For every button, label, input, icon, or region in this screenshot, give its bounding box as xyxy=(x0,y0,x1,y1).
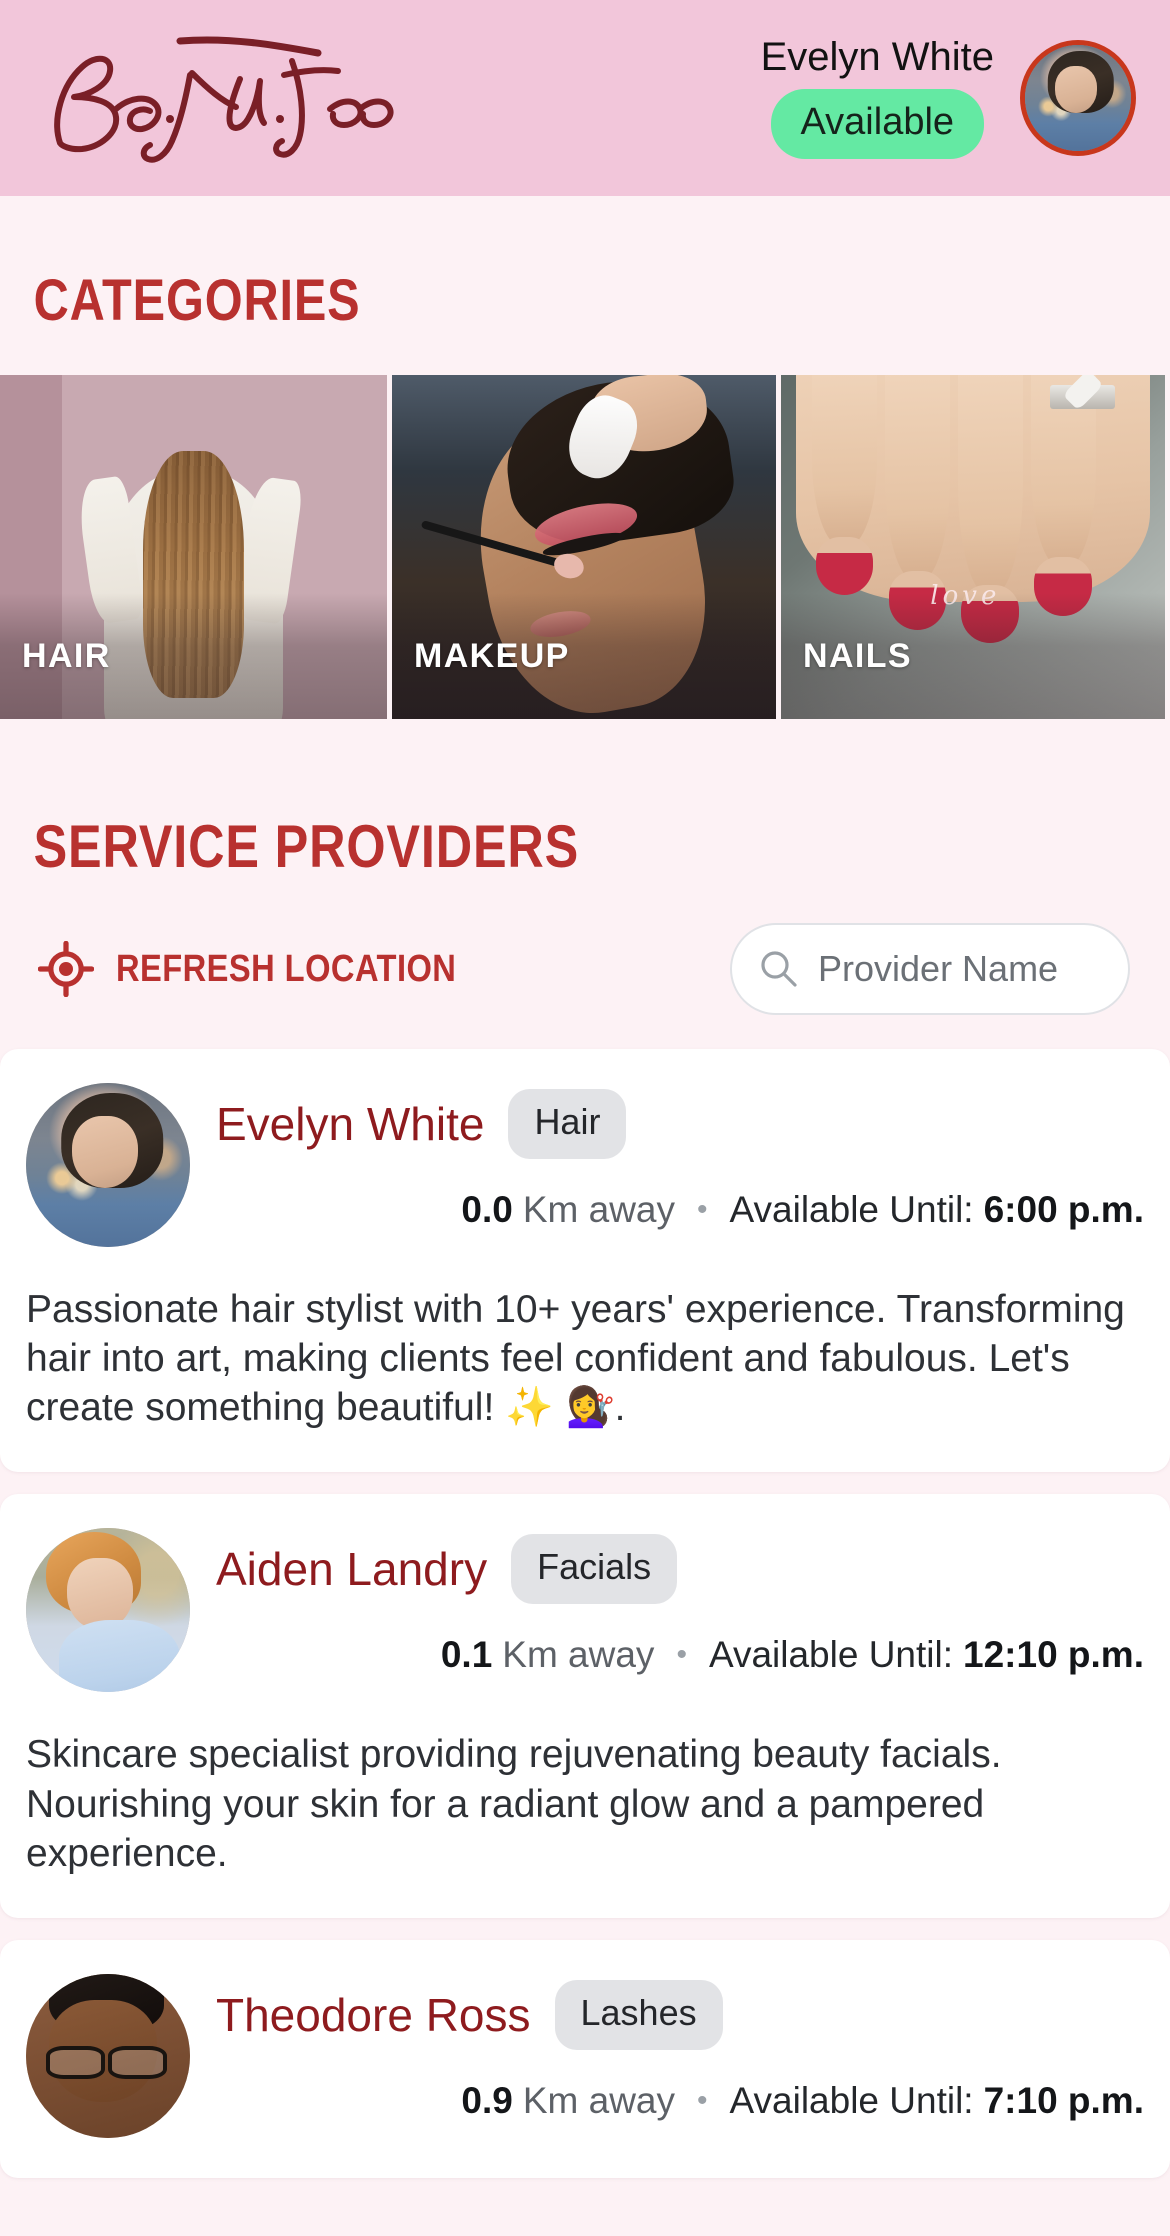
brand-logo[interactable]: Be·You·Tee xyxy=(30,23,410,173)
provider-bio-suffix: . xyxy=(614,1386,626,1430)
provider-name: Aiden Landry xyxy=(216,1543,488,1596)
provider-avatar-image xyxy=(26,1528,190,1693)
app-header: Be·You·Tee Evelyn White Available xyxy=(0,0,1170,196)
provider-distance: 0.9 xyxy=(461,2079,513,2121)
provider-bio: Skincare specialist providing rejuvenati… xyxy=(26,1730,1144,1877)
provider-distance-unit: Km away xyxy=(522,1189,676,1230)
provider-header: Evelyn White Hair 0.0 Km away • Availabl… xyxy=(26,1083,1144,1247)
provider-avatar[interactable] xyxy=(26,1528,190,1693)
category-card-hair[interactable]: HAIR xyxy=(0,375,387,719)
category-overlay-nails: NAILS xyxy=(781,593,1165,719)
provider-card[interactable]: Aiden Landry Facials 0.1 Km away • Avail… xyxy=(0,1494,1170,1918)
provider-name: Evelyn White xyxy=(216,1097,485,1150)
user-meta: Evelyn White Available xyxy=(761,37,994,159)
provider-avatar-image xyxy=(26,1083,190,1247)
available-until-label: Available Until: xyxy=(708,1634,954,1676)
provider-meta-row: 0.0 Km away • Available Until: 6:00 p.m. xyxy=(216,1189,1144,1231)
gps-target-icon xyxy=(38,941,94,997)
avatar-art-face xyxy=(67,1557,133,1631)
provider-bio-text: Skincare specialist providing rejuvenati… xyxy=(26,1733,1002,1875)
search-input[interactable] xyxy=(818,948,1106,990)
provider-distance: 0.1 xyxy=(440,1634,493,1676)
refresh-location-label: REFRESH LOCATION xyxy=(116,947,457,990)
provider-avatar[interactable] xyxy=(26,1083,190,1247)
category-card-nails[interactable]: love NAILS xyxy=(781,375,1165,719)
provider-distance-unit: Km away xyxy=(522,2079,676,2121)
category-overlay-hair: HAIR xyxy=(0,593,387,719)
provider-bio: Passionate hair stylist with 10+ years' … xyxy=(26,1285,1144,1432)
category-card-makeup[interactable]: MAKEUP xyxy=(392,375,776,719)
nails-art-finger xyxy=(884,375,950,582)
provider-meta-row: 0.9 Km away • Available Until: 7:10 p.m. xyxy=(216,2080,1144,2122)
service-tag[interactable]: Lashes xyxy=(554,1979,723,2050)
category-overlay-makeup: MAKEUP xyxy=(392,593,776,719)
provider-card[interactable]: Theodore Ross Lashes 0.9 Km away • Avail… xyxy=(0,1939,1170,2178)
available-until-time: 6:00 p.m. xyxy=(983,1189,1144,1230)
available-until-time: 7:10 p.m. xyxy=(983,2079,1144,2121)
available-until-time: 12:10 p.m. xyxy=(963,1634,1144,1676)
category-label-makeup: MAKEUP xyxy=(414,636,570,675)
avatar[interactable] xyxy=(1020,40,1136,156)
provider-distance: 0.0 xyxy=(461,1189,513,1230)
available-until-label: Available Until: xyxy=(729,1189,974,1230)
nails-art-ring xyxy=(1049,385,1116,410)
provider-meta-row: 0.1 Km away • Available Until: 12:10 p.m… xyxy=(216,1634,1144,1676)
app-root: Be·You·Tee Evelyn White Available CATEGO… xyxy=(0,0,1170,2236)
nails-art-finger xyxy=(811,375,877,547)
glasses-icon xyxy=(45,2045,168,2078)
header-user-area: Evelyn White Available xyxy=(761,37,1136,159)
hair-art-hand xyxy=(153,452,222,519)
provider-distance-unit: Km away xyxy=(502,1634,655,1676)
provider-name-row: Aiden Landry Facials xyxy=(216,1528,1144,1605)
refresh-location-button[interactable]: REFRESH LOCATION xyxy=(38,941,512,997)
provider-header: Theodore Ross Lashes 0.9 Km away • Avail… xyxy=(26,1973,1144,2138)
search-icon xyxy=(761,951,797,987)
category-label-hair: HAIR xyxy=(22,636,111,675)
meta-separator-dot: • xyxy=(676,1638,687,1672)
provider-list: Evelyn White Hair 0.0 Km away • Availabl… xyxy=(0,1049,1170,2178)
meta-separator-dot: • xyxy=(697,2083,708,2117)
provider-avatar[interactable] xyxy=(26,1973,190,2138)
provider-bio-emoji: ✨ 💇‍♀️ xyxy=(505,1385,615,1431)
service-tag[interactable]: Facials xyxy=(511,1534,678,1605)
nails-art-nail xyxy=(815,536,874,596)
nails-art-finger xyxy=(957,375,1023,596)
categories-strip[interactable]: HAIR MAKEUP NAILS xyxy=(0,375,1170,719)
meta-separator-dot: • xyxy=(697,1193,708,1226)
status-badge[interactable]: Available xyxy=(770,89,985,159)
category-label-nails: NAILS xyxy=(803,636,912,675)
provider-name-row: Evelyn White Hair xyxy=(216,1083,1144,1159)
provider-header: Aiden Landry Facials 0.1 Km away • Avail… xyxy=(26,1528,1144,1693)
categories-title: CATEGORIES xyxy=(33,268,361,333)
provider-avatar-image xyxy=(26,1973,190,2138)
service-tag[interactable]: Hair xyxy=(508,1089,627,1159)
provider-info: Aiden Landry Facials 0.1 Km away • Avail… xyxy=(216,1528,1144,1692)
provider-info: Theodore Ross Lashes 0.9 Km away • Avail… xyxy=(216,1974,1144,2138)
provider-info: Evelyn White Hair 0.0 Km away • Availabl… xyxy=(216,1083,1144,1247)
user-name: Evelyn White xyxy=(760,35,994,79)
provider-card[interactable]: Evelyn White Hair 0.0 Km away • Availabl… xyxy=(0,1049,1170,1473)
service-providers-title: SERVICE PROVIDERS xyxy=(33,813,580,880)
avatar-image xyxy=(1025,45,1131,151)
providers-controls-row: REFRESH LOCATION xyxy=(0,877,1170,1015)
available-until-label: Available Until: xyxy=(729,2079,974,2121)
provider-name-row: Theodore Ross Lashes xyxy=(216,1974,1144,2050)
provider-name: Theodore Ross xyxy=(216,1988,531,2041)
provider-search-box[interactable] xyxy=(730,923,1130,1015)
